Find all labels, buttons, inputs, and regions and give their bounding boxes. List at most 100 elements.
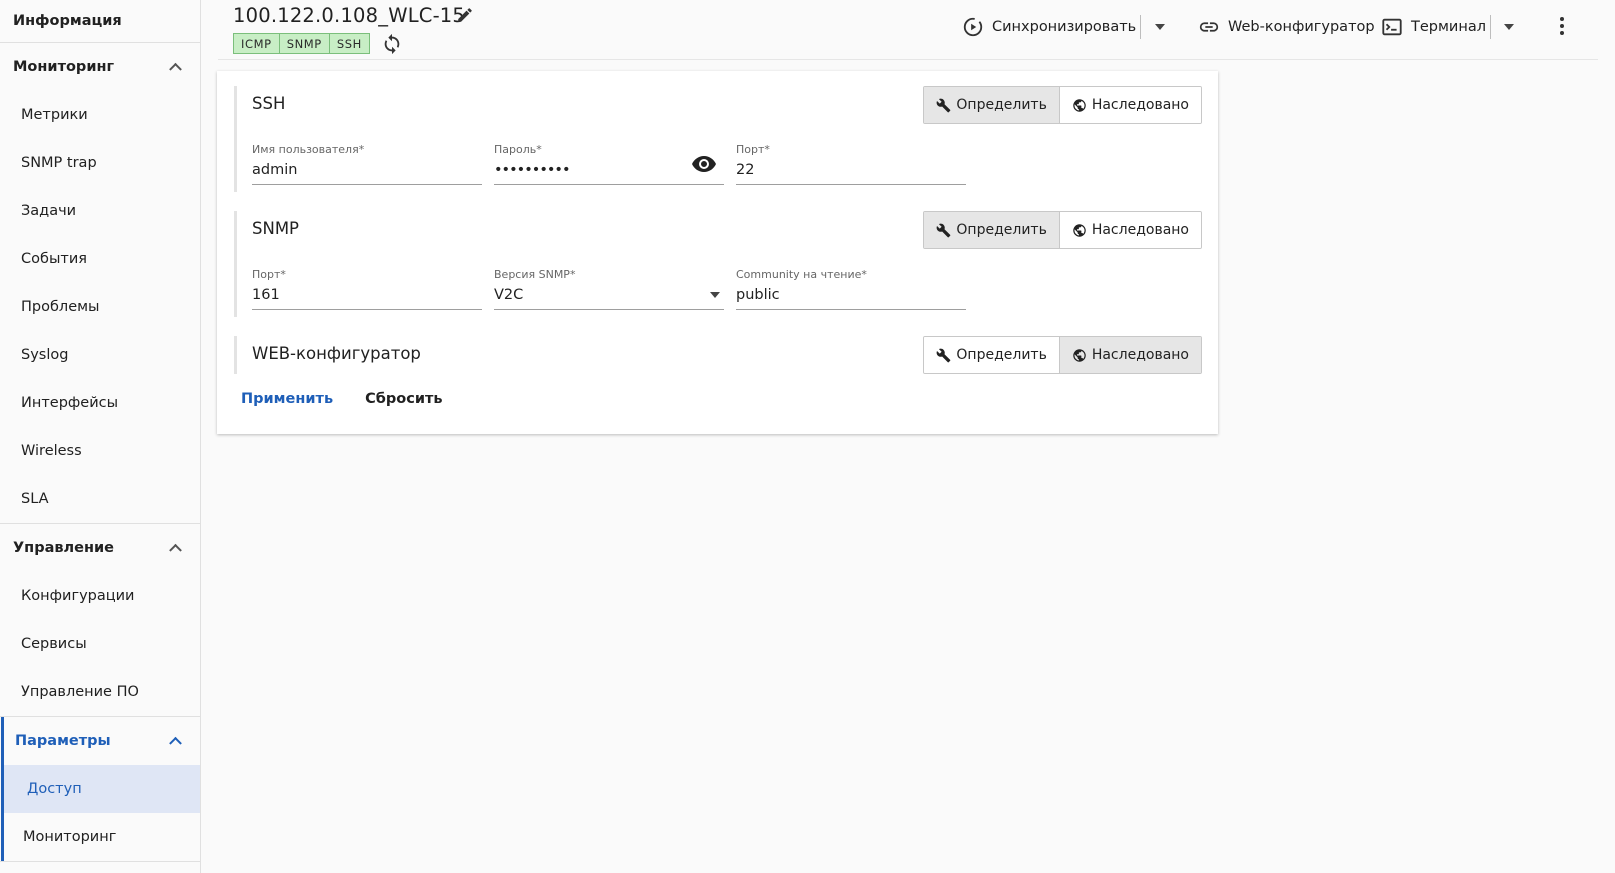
chevron-up-icon: [169, 62, 182, 76]
refresh-icon[interactable]: [381, 33, 403, 55]
inherited-button[interactable]: Наследовано: [1058, 87, 1201, 123]
inherited-button[interactable]: Наследовано: [1058, 337, 1201, 373]
sidebar-item-services[interactable]: Сервисы: [0, 620, 200, 668]
sync-menu-caret-icon[interactable]: [1155, 24, 1165, 30]
terminal-icon: [1382, 18, 1402, 36]
terminal-button[interactable]: Терминал: [1381, 15, 1486, 39]
sidebar-item-label: SLA: [21, 491, 49, 507]
protocol-badges: ICMP SNMP SSH: [233, 33, 370, 54]
field-label: Порт*: [736, 143, 770, 156]
sidebar-item-label: Интерфейсы: [21, 395, 119, 411]
globe-icon: [1073, 348, 1086, 362]
snmp-version-select[interactable]: Версия SNMP* V2C: [494, 268, 724, 310]
ssh-username-input[interactable]: [252, 162, 442, 178]
define-button[interactable]: Определить: [924, 87, 1059, 123]
define-label: Определить: [956, 97, 1047, 113]
wrench-icon: [937, 98, 951, 112]
divider: [0, 861, 200, 862]
inherited-button[interactable]: Наследовано: [1058, 212, 1201, 248]
apply-button[interactable]: Применить: [241, 391, 333, 407]
sidebar-item-snmp-trap[interactable]: SNMP trap: [0, 139, 200, 187]
sidebar-item-interfaces[interactable]: Интерфейсы: [0, 379, 200, 427]
access-settings-card: SSH Определить Наследовано Имя пользоват…: [217, 71, 1218, 434]
sidebar-item-label: Задачи: [21, 203, 77, 219]
sidebar-item-label: Метрики: [21, 107, 88, 123]
section-title: SNMP: [252, 219, 300, 238]
globe-icon: [1073, 223, 1086, 237]
sidebar-group-management[interactable]: Управление: [0, 524, 200, 572]
inherited-label: Наследовано: [1091, 347, 1189, 363]
web-configurator-label: Web-конфигуратор: [1228, 19, 1375, 35]
define-label: Определить: [956, 222, 1047, 238]
snmp-community-field: Community на чтение*: [736, 268, 966, 310]
define-button[interactable]: Определить: [924, 212, 1059, 248]
sidebar-info-label: Информация: [13, 13, 122, 29]
sidebar-item-label: Wireless: [21, 443, 82, 459]
sidebar-group-label: Параметры: [15, 733, 111, 749]
ssh-username-field: Имя пользователя*: [252, 143, 482, 185]
sidebar-item-label: Сервисы: [21, 636, 87, 652]
snmp-community-input[interactable]: [736, 287, 926, 303]
status-badge-ssh: SSH: [336, 37, 362, 51]
field-label: Имя пользователя*: [252, 143, 365, 156]
sidebar-item-configurations[interactable]: Конфигурации: [0, 572, 200, 620]
sidebar-item-label: Мониторинг: [23, 829, 117, 845]
ssh-mode-toggle: Определить Наследовано: [923, 86, 1202, 124]
sidebar-item-label: Syslog: [21, 347, 69, 363]
field-label: Версия SNMP*: [494, 268, 576, 281]
sidebar-item-monitoring-params[interactable]: Мониторинг: [0, 813, 200, 861]
ssh-port-input[interactable]: [736, 162, 926, 178]
sidebar-item-wireless[interactable]: Wireless: [0, 427, 200, 475]
field-label: Порт*: [252, 268, 286, 281]
chevron-up-icon: [169, 543, 182, 557]
sidebar-item-metrics[interactable]: Метрики: [0, 91, 200, 139]
form-actions: Применить Сбросить: [241, 391, 443, 407]
web-mode-toggle: Определить Наследовано: [923, 336, 1202, 374]
field-label: Пароль*: [494, 143, 542, 156]
sidebar-item-access[interactable]: Доступ: [4, 765, 200, 813]
divider: [1140, 15, 1141, 39]
ssh-password-input[interactable]: ••••••••••: [494, 162, 571, 178]
web-configurator-section: WEB-конфигуратор Определить Наследовано: [234, 336, 1202, 374]
sidebar-item-syslog[interactable]: Syslog: [0, 331, 200, 379]
sidebar-item-label: Проблемы: [21, 299, 100, 315]
section-title: WEB-конфигуратор: [252, 344, 421, 363]
more-vert-icon[interactable]: [1559, 17, 1565, 37]
sidebar-item-sla[interactable]: SLA: [0, 475, 200, 523]
terminal-menu-caret-icon[interactable]: [1504, 24, 1514, 30]
sidebar-item-label: Управление ПО: [21, 684, 139, 700]
sidebar-item-label: Доступ: [27, 781, 82, 797]
sidebar-item-info[interactable]: Информация: [0, 0, 200, 42]
sidebar-item-label: Конфигурации: [21, 588, 135, 604]
sidebar: Информация Мониторинг Метрики SNMP trap …: [0, 0, 201, 873]
sidebar-item-label: SNMP trap: [21, 155, 97, 171]
snmp-mode-toggle: Определить Наследовано: [923, 211, 1202, 249]
reset-button[interactable]: Сбросить: [365, 391, 442, 407]
wrench-icon: [937, 348, 951, 362]
sidebar-group-label: Мониторинг: [13, 59, 115, 75]
device-title: 100.122.0.108_WLC-15: [233, 4, 466, 27]
sidebar-item-label: События: [21, 251, 87, 267]
status-badge-snmp: SNMP: [280, 34, 330, 53]
inherited-label: Наследовано: [1091, 97, 1189, 113]
sidebar-item-problems[interactable]: Проблемы: [0, 283, 200, 331]
define-button[interactable]: Определить: [924, 337, 1059, 373]
sidebar-item-software[interactable]: Управление ПО: [0, 668, 200, 716]
sidebar-group-monitoring[interactable]: Мониторинг: [0, 43, 200, 91]
eye-icon[interactable]: [692, 156, 716, 172]
inherited-label: Наследовано: [1091, 222, 1189, 238]
snmp-port-field: Порт*: [252, 268, 482, 310]
sidebar-item-tasks[interactable]: Задачи: [0, 187, 200, 235]
terminal-label: Терминал: [1411, 19, 1486, 35]
section-title: SSH: [252, 94, 286, 113]
ssh-password-field: Пароль* ••••••••••: [494, 143, 724, 185]
sync-play-icon: [963, 17, 983, 37]
web-configurator-button[interactable]: Web-конфигуратор: [1198, 15, 1375, 39]
sidebar-group-parameters[interactable]: Параметры: [0, 717, 200, 765]
snmp-port-input[interactable]: [252, 287, 442, 303]
pencil-icon[interactable]: [456, 6, 474, 24]
snmp-version-value: V2C: [494, 287, 524, 303]
link-icon: [1199, 22, 1219, 32]
sync-button[interactable]: Синхронизировать: [962, 15, 1136, 39]
sidebar-item-events[interactable]: События: [0, 235, 200, 283]
